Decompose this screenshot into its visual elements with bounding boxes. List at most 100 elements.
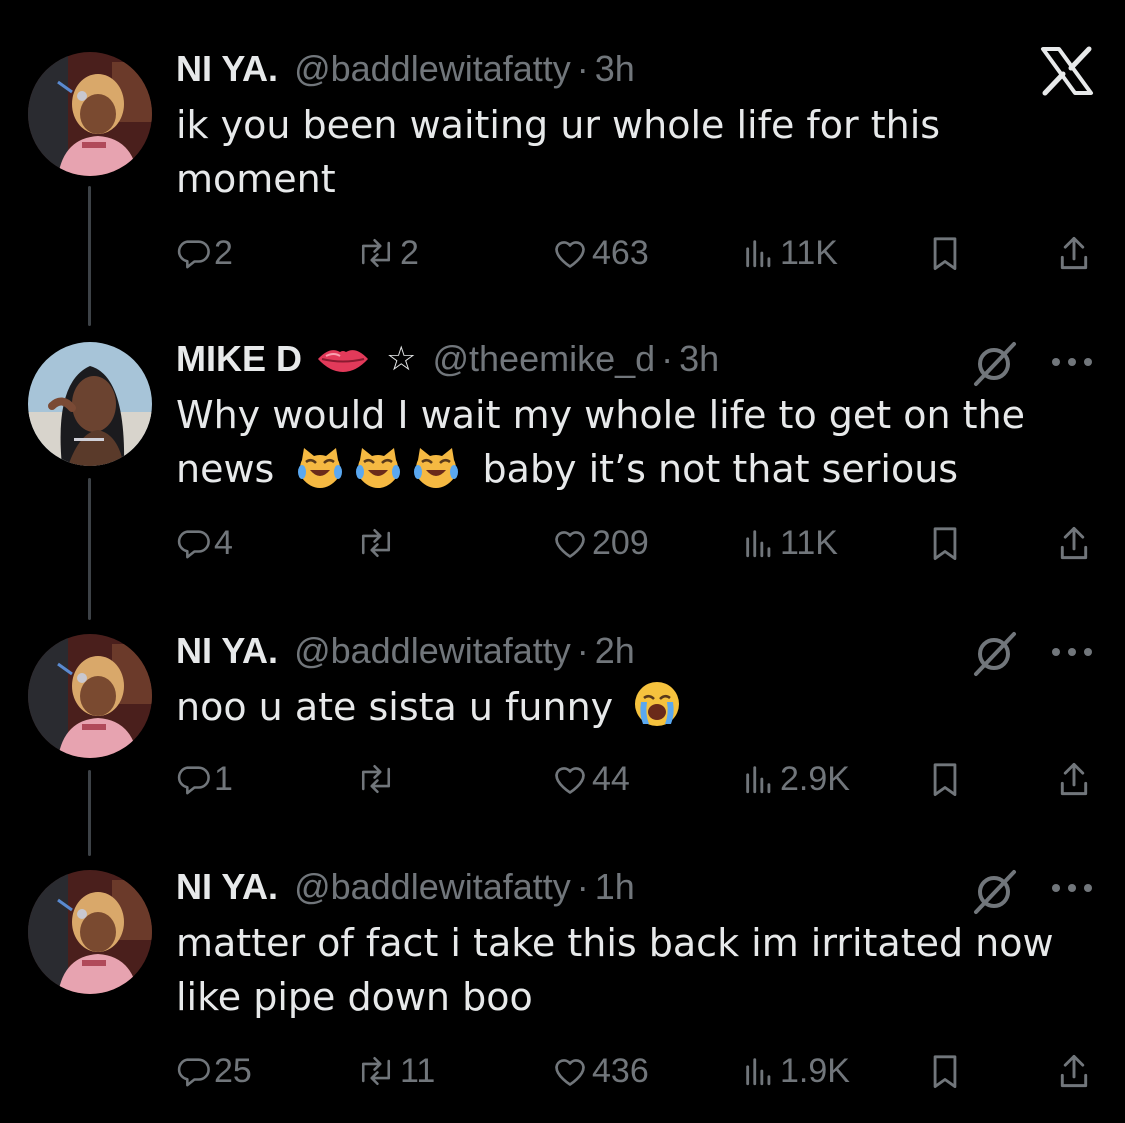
tweet-header: NI YA. @baddlewitafatty · 1h	[176, 864, 635, 910]
tweet-text: Why would I wait my whole life to get on…	[176, 388, 1036, 504]
grok-icon[interactable]	[970, 866, 1020, 916]
tweet-text: ik you been waiting ur whole life for th…	[176, 103, 941, 201]
display-name[interactable]: NI YA.	[176, 48, 278, 90]
more-icon[interactable]	[1050, 642, 1094, 662]
bookmark-icon	[933, 763, 957, 796]
views-button[interactable]: 11K	[742, 518, 838, 568]
display-name[interactable]: MIKE D	[176, 338, 302, 380]
reply-icon	[177, 240, 210, 269]
retweet-button[interactable]: 2	[356, 228, 419, 278]
views-icon	[746, 530, 771, 558]
like-button[interactable]: 463	[552, 228, 649, 278]
avatar[interactable]	[28, 634, 152, 758]
avatar[interactable]	[28, 342, 152, 466]
tweet-text-part: baby it’s not that serious	[482, 447, 959, 491]
share-button[interactable]	[1056, 228, 1096, 278]
tweet-header: NI YA. @baddlewitafatty · 3h	[176, 46, 635, 92]
timestamp[interactable]: 1h	[595, 866, 635, 908]
thread-connector	[88, 186, 91, 326]
avatar[interactable]	[28, 52, 152, 176]
retweet-icon	[361, 764, 391, 794]
display-name[interactable]: NI YA.	[176, 630, 278, 672]
crying-cat-emoji	[296, 446, 344, 504]
retweet-button[interactable]	[356, 754, 400, 804]
like-count: 44	[592, 759, 630, 798]
lips-emoji	[316, 344, 370, 374]
heart-icon	[555, 1059, 585, 1086]
retweet-button[interactable]	[356, 518, 400, 568]
reply-icon	[177, 766, 210, 795]
separator: ·	[576, 866, 589, 907]
grok-icon[interactable]	[970, 338, 1020, 388]
retweet-count: 2	[400, 233, 419, 272]
bookmark-button[interactable]	[928, 518, 966, 568]
retweet-count: 11	[400, 1051, 436, 1090]
handle[interactable]: @baddlewitafatty	[294, 630, 571, 672]
views-count: 11K	[780, 233, 838, 272]
views-icon	[746, 766, 771, 794]
handle[interactable]: @baddlewitafatty	[294, 866, 571, 908]
views-button[interactable]: 2.9K	[742, 754, 850, 804]
avatar[interactable]	[28, 870, 152, 994]
like-count: 436	[592, 1051, 649, 1090]
reply-count: 4	[214, 523, 233, 562]
timestamp[interactable]: 3h	[595, 48, 635, 90]
more-icon[interactable]	[1050, 352, 1094, 372]
reply-icon	[177, 1058, 210, 1087]
tweet-text: noo u ate sista u funny	[176, 680, 1076, 742]
like-button[interactable]: 44	[552, 754, 630, 804]
action-bar: 1 44 2.9K	[176, 754, 1096, 804]
bookmark-icon	[933, 1055, 957, 1088]
display-name[interactable]: NI YA.	[176, 866, 278, 908]
views-count: 2.9K	[780, 759, 850, 798]
heart-icon	[555, 241, 585, 268]
bookmark-button[interactable]	[928, 754, 966, 804]
like-button[interactable]: 209	[552, 518, 649, 568]
share-icon	[1060, 762, 1088, 796]
bookmark-button[interactable]	[928, 228, 966, 278]
reply-button[interactable]: 25	[176, 1046, 252, 1096]
retweet-icon	[361, 528, 391, 558]
like-count: 463	[592, 233, 649, 272]
handle[interactable]: @theemike_d	[432, 338, 655, 380]
share-button[interactable]	[1056, 1046, 1096, 1096]
reply-count: 25	[214, 1051, 252, 1090]
timestamp[interactable]: 3h	[679, 338, 719, 380]
retweet-button[interactable]: 11	[356, 1046, 435, 1096]
star-icon: ☆	[386, 340, 417, 378]
views-count: 1.9K	[780, 1051, 850, 1090]
like-button[interactable]: 436	[552, 1046, 649, 1096]
views-icon	[746, 1058, 771, 1086]
grok-icon[interactable]	[970, 628, 1020, 678]
heart-icon	[555, 767, 585, 794]
share-button[interactable]	[1056, 518, 1096, 568]
handle[interactable]: @baddlewitafatty	[294, 48, 571, 90]
reply-icon	[177, 530, 210, 559]
retweet-icon	[361, 238, 391, 268]
views-button[interactable]: 1.9K	[742, 1046, 850, 1096]
thread-connector	[88, 478, 91, 620]
views-icon	[746, 240, 771, 268]
heart-icon	[555, 531, 585, 558]
action-bar: 2 2 463 11K	[176, 228, 1096, 278]
reply-count: 1	[214, 759, 233, 798]
x-logo-icon[interactable]	[1040, 46, 1094, 96]
loudly-crying-face-emoji	[633, 680, 681, 742]
timestamp[interactable]: 2h	[595, 630, 635, 672]
tweet-header: NI YA. @baddlewitafatty · 2h	[176, 628, 635, 674]
tweet-header: MIKE D ☆ @theemike_d · 3h	[176, 336, 719, 382]
action-bar: 25 11 436 1.9K	[176, 1046, 1096, 1096]
bookmark-button[interactable]	[928, 1046, 966, 1096]
reply-button[interactable]: 4	[176, 518, 233, 568]
more-icon[interactable]	[1050, 878, 1094, 898]
share-icon	[1060, 526, 1088, 560]
reply-button[interactable]: 2	[176, 228, 233, 278]
tweet-text: matter of fact i take this back im irrit…	[176, 921, 1054, 1019]
separator: ·	[576, 630, 589, 671]
like-count: 209	[592, 523, 649, 562]
share-icon	[1060, 1054, 1088, 1088]
share-icon	[1060, 236, 1088, 270]
reply-button[interactable]: 1	[176, 754, 233, 804]
share-button[interactable]	[1056, 754, 1096, 804]
views-button[interactable]: 11K	[742, 228, 838, 278]
